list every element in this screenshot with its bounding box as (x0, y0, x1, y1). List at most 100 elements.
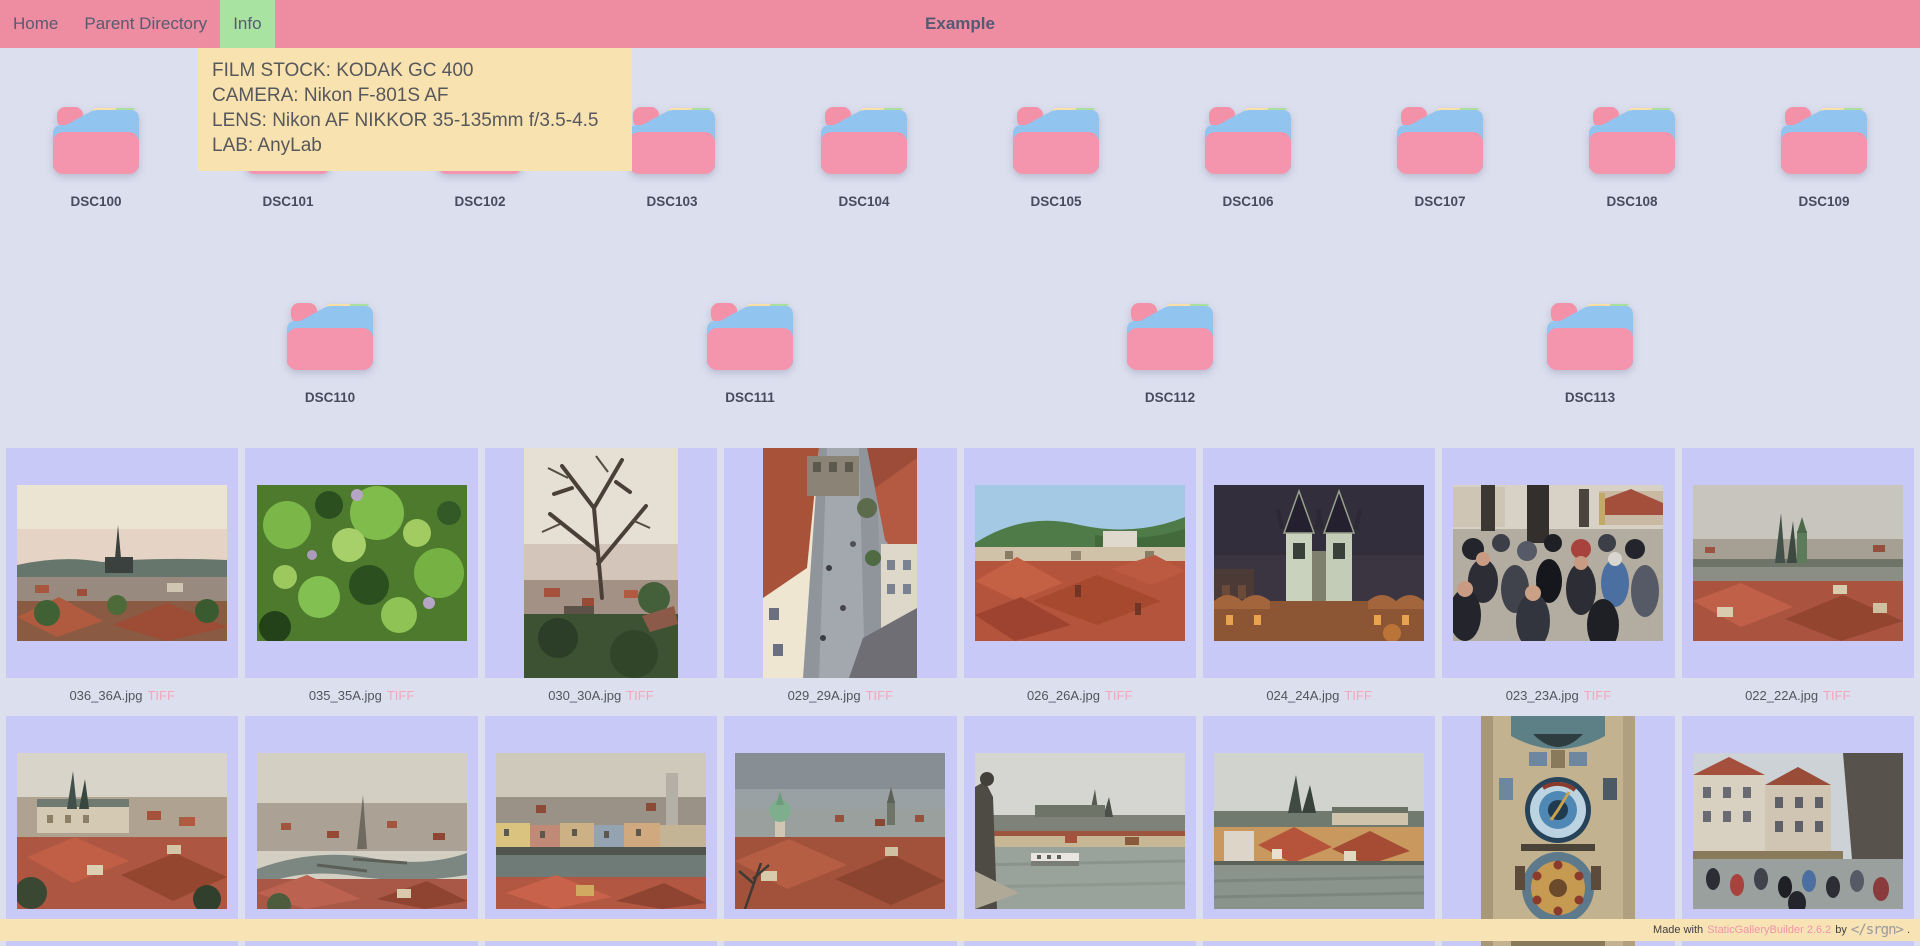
photo-tile (485, 716, 717, 946)
folder-label: DSC111 (725, 390, 775, 405)
folder-icon (287, 300, 373, 370)
thumbnail-green-foliage[interactable] (257, 485, 467, 641)
thumbnail-castle-panorama[interactable] (1693, 485, 1903, 641)
folder-icon (1547, 300, 1633, 370)
photo-tile (245, 448, 477, 678)
tooltip-line-film-stock: FILM STOCK: KODAK GC 400 (212, 58, 618, 83)
photo-tile (964, 448, 1196, 678)
folder-item[interactable]: DSC110 (120, 300, 540, 405)
tiff-link[interactable]: TIFF (147, 688, 174, 703)
folder-item[interactable]: DSC106 (1152, 104, 1344, 209)
footer-builder-link[interactable]: StaticGalleryBuilder 2.6.2 (1707, 924, 1831, 936)
nav-item-info[interactable]: Info (220, 0, 274, 48)
folder-label: DSC108 (1606, 194, 1657, 209)
navbar: Home Parent Directory Info Example (0, 0, 1920, 48)
photo-filename: 022_22A.jpg (1745, 688, 1818, 703)
tiff-link[interactable]: TIFF (626, 688, 653, 703)
folder-icon (821, 104, 907, 174)
folder-row-2: DSC110 DSC111 DSC112 DSC113 (0, 300, 1920, 405)
folder-item[interactable]: DSC104 (768, 104, 960, 209)
footer-made-with-text: Made with (1653, 924, 1703, 936)
photo-caption: 022_22A.jpg TIFF (1682, 678, 1914, 716)
thumbnail-riverfront-buildings[interactable] (496, 753, 706, 909)
tiff-link[interactable]: TIFF (1584, 688, 1611, 703)
tiff-link[interactable]: TIFF (1823, 688, 1850, 703)
photo-section: 036_36A.jpg TIFF 035_35A.jpg TIFF 030_30A.… (0, 448, 1920, 946)
folder-label: DSC102 (454, 194, 505, 209)
photo-caption: 023_23A.jpgTIFF (1442, 678, 1674, 716)
footer: Made with StaticGalleryBuilder 2.6.2 by … (0, 919, 1920, 941)
page-title: Example (0, 0, 1920, 48)
tooltip-line-lens: LENS: Nikon AF NIKKOR 35-135mm f/3.5-4.5 (212, 108, 618, 133)
photo-filename: 030_30A.jpg (548, 688, 621, 703)
nav-item-home[interactable]: Home (0, 0, 71, 48)
photo-caption-row-1: 036_36A.jpg TIFF 035_35A.jpg TIFF 030_30A.… (0, 678, 1920, 716)
photo-tile (485, 448, 717, 678)
folder-item[interactable]: DSC100 (0, 104, 192, 209)
photo-tile (1682, 716, 1914, 946)
photo-tile (245, 716, 477, 946)
tiff-link[interactable]: TIFF (866, 688, 893, 703)
photo-filename: 035_35A.jpg (309, 688, 382, 703)
folder-item[interactable]: DSC108 (1536, 104, 1728, 209)
footer-by-text: by (1835, 924, 1847, 936)
folder-label: DSC107 (1414, 194, 1465, 209)
thumbnail-astronomical-clock[interactable] (1481, 716, 1635, 946)
folder-icon (1205, 104, 1291, 174)
thumbnail-old-town-street[interactable] (1693, 753, 1903, 909)
info-tooltip: FILM STOCK: KODAK GC 400 CAMERA: Nikon F… (198, 48, 632, 171)
photo-tile (964, 716, 1196, 946)
tooltip-line-lab: LAB: AnyLab (212, 133, 618, 158)
photo-tile (1203, 448, 1435, 678)
nav-item-parent-directory[interactable]: Parent Directory (71, 0, 220, 48)
folder-icon (629, 104, 715, 174)
folder-item[interactable]: DSC107 (1344, 104, 1536, 209)
folder-item[interactable]: DSC111 (540, 300, 960, 405)
photo-tile (1203, 716, 1435, 946)
footer-period: . (1907, 924, 1910, 936)
folder-icon (1127, 300, 1213, 370)
tiff-link[interactable]: TIFF (1105, 688, 1132, 703)
thumbnail-aerial-square-view[interactable] (763, 448, 917, 678)
tiff-link[interactable]: TIFF (387, 688, 414, 703)
folder-label: DSC105 (1030, 194, 1081, 209)
folder-icon (53, 104, 139, 174)
folder-label: DSC100 (70, 194, 121, 209)
photo-filename: 024_24A.jpg (1266, 688, 1339, 703)
thumbnail-bare-tree-valley[interactable] (524, 448, 678, 678)
photo-row-2 (0, 716, 1920, 946)
thumbnail-castle-hill-roofs[interactable] (17, 753, 227, 909)
tiff-link[interactable]: TIFF (1344, 688, 1371, 703)
thumbnail-bridge-crowd[interactable] (1453, 485, 1663, 641)
folder-item[interactable]: DSC113 (1380, 300, 1800, 405)
thumbnail-river-bend-panorama[interactable] (257, 753, 467, 909)
folder-icon (1589, 104, 1675, 174)
photo-tile (1442, 716, 1674, 946)
folder-icon (1781, 104, 1867, 174)
photo-tile (724, 448, 956, 678)
folder-label: DSC103 (646, 194, 697, 209)
thumbnail-night-church-towers[interactable] (1214, 485, 1424, 641)
folder-label: DSC110 (305, 390, 355, 405)
photo-filename: 026_26A.jpg (1027, 688, 1100, 703)
folder-item[interactable]: DSC109 (1728, 104, 1920, 209)
photo-caption: 030_30A.jpg TIFF (485, 678, 717, 716)
photo-tile (1442, 448, 1674, 678)
folder-label: DSC112 (1145, 390, 1195, 405)
folder-icon (1013, 104, 1099, 174)
thumbnail-green-dome-rooftops[interactable] (735, 753, 945, 909)
photo-filename: 036_36A.jpg (69, 688, 142, 703)
photo-caption: 024_24A.jpg TIFF (1203, 678, 1435, 716)
footer-brand-logo[interactable]: </srgn> (1851, 922, 1903, 938)
thumbnail-hill-red-roofs[interactable] (975, 485, 1185, 641)
thumbnail-city-spire-panorama[interactable] (17, 485, 227, 641)
thumbnail-castle-riverbank[interactable] (1214, 753, 1424, 909)
photo-filename: 029_29A.jpg (788, 688, 861, 703)
folder-item[interactable]: DSC112 (960, 300, 1380, 405)
folder-icon (1397, 104, 1483, 174)
folder-item[interactable]: DSC105 (960, 104, 1152, 209)
thumbnail-river-boat-view[interactable] (975, 753, 1185, 909)
photo-caption: 036_36A.jpg TIFF (6, 678, 238, 716)
folder-label: DSC113 (1565, 390, 1615, 405)
photo-tile (724, 716, 956, 946)
